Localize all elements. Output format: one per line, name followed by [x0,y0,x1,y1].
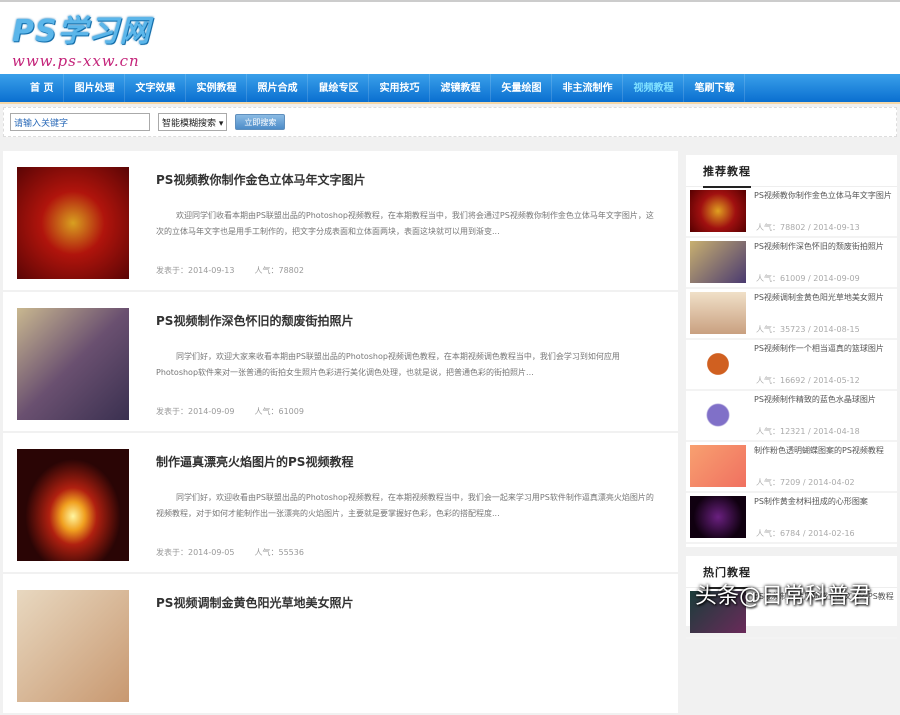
recommended-meta: 人气：61009 / 2014-09-09 [756,273,860,284]
article-views: 人气：61009 [255,407,304,416]
recommended-meta: 人气：12321 / 2014-04-18 [756,426,860,437]
article-views: 人气：55536 [255,548,304,557]
recommended-title: PS视频制作精致的蓝色水晶球图片 [754,394,894,406]
recommended-item[interactable]: PS视频调制金黄色阳光草地美女照片 人气：35723 / 2014-08-15 [686,289,897,340]
article-thumbnail[interactable] [17,167,129,279]
article-meta: 发表于：2014-09-05 人气：55536 [156,547,324,558]
recommended-thumbnail [690,343,746,385]
nav-item[interactable]: 非主流制作 [552,74,623,102]
article-thumbnail[interactable] [17,449,129,561]
article-title[interactable]: PS视频调制金黄色阳光草地美女照片 [156,594,353,611]
nav-item[interactable]: 滤镜教程 [430,74,491,102]
article-item: 制作逼真漂亮火焰图片的PS视频教程 同学们好，欢迎收看由PS联盟出品的Photo… [3,433,678,574]
article-date: 发表于：2014-09-09 [156,407,235,416]
logo-url: www.ps-xxw.cn [12,52,151,70]
article-thumbnail[interactable] [17,308,129,420]
nav-item[interactable]: 视频教程 [623,74,684,102]
recommended-meta: 人气：78802 / 2014-09-13 [756,222,860,233]
recommended-meta: 人气：6784 / 2014-02-16 [756,528,855,539]
article-summary: 同学们好，欢迎大家来收看本期由PS联盟出品的Photoshop视频调色教程，在本… [156,349,656,381]
recommended-item[interactable]: PS制作黄金材料扭成的心形图案 人气：6784 / 2014-02-16 [686,493,897,544]
article-title[interactable]: PS视频制作深色怀旧的颓废街拍照片 [156,312,353,329]
recommended-title: 制作粉色透明蝴蝶图案的PS视频教程 [754,445,894,457]
nav-item[interactable]: 首 页 [20,74,64,102]
recommended-title: PS视频制作一个相当逼真的篮球图片 [754,343,894,355]
recommended-title: PS视频教你制作金色立体马年文字图片 [754,190,894,202]
article-meta: 发表于：2014-09-09 人气：61009 [156,406,324,417]
search-button[interactable]: 立即搜索 [235,114,285,130]
recommended-heading-text: 推荐教程 [703,163,751,188]
recommended-title: PS制作黄金材料扭成的心形图案 [754,496,894,508]
recommended-meta: 人气：7209 / 2014-04-02 [756,477,855,488]
article-item: PS视频教你制作金色立体马年文字图片 欢迎同学们收看本期由PS联盟出品的Phot… [3,151,678,292]
nav-item[interactable]: 矢量绘图 [491,74,552,102]
nav-item[interactable]: 实例教程 [186,74,247,102]
article-views: 人气：78802 [255,266,304,275]
recommended-item[interactable]: 制作粉色透明蝴蝶图案的PS视频教程 人气：7209 / 2014-04-02 [686,442,897,493]
logo-title: PS学习网 [12,6,151,50]
nav-item[interactable]: 笔刷下载 [684,74,745,102]
recommended-thumbnail [690,445,746,487]
article-meta: 发表于：2014-09-13 人气：78802 [156,265,324,276]
main-nav: 首 页图片处理文字效果实例教程照片合成鼠绘专区实用技巧滤镜教程矢量绘图非主流制作… [0,74,900,104]
recommended-item[interactable]: PS视频制作一个相当逼真的篮球图片 人气：16692 / 2014-05-12 [686,340,897,391]
recommended-thumbnail [690,394,746,436]
nav-item[interactable]: 照片合成 [247,74,308,102]
recommended-meta: 人气：35723 / 2014-08-15 [756,324,860,335]
article-date: 发表于：2014-09-05 [156,548,235,557]
search-input[interactable] [10,113,150,131]
site-header: PS学习网 www.ps-xxw.cn [0,0,900,74]
recommended-thumbnail [690,241,746,283]
recommended-item[interactable]: PS视频制作深色怀旧的颓废街拍照片 人气：61009 / 2014-09-09 [686,238,897,289]
recommended-thumbnail [690,496,746,538]
search-bar: 智能模糊搜索 ▾ 立即搜索 [3,107,897,137]
watermark: 头条@日常科普君 [695,578,871,610]
search-mode-select[interactable]: 智能模糊搜索 ▾ [158,113,227,131]
nav-item[interactable]: 文字效果 [125,74,186,102]
recommended-panel: 推荐教程 PS视频教你制作金色立体马年文字图片 人气：78802 / 2014-… [686,155,897,547]
article-meta [156,688,196,697]
article-title[interactable]: 制作逼真漂亮火焰图片的PS视频教程 [156,453,353,470]
recommended-title: PS视频调制金黄色阳光草地美女照片 [754,292,894,304]
recommended-heading: 推荐教程 [686,155,897,187]
article-item: PS视频调制金黄色阳光草地美女照片 [3,574,678,715]
article-item: PS视频制作深色怀旧的颓废街拍照片 同学们好，欢迎大家来收看本期由PS联盟出品的… [3,292,678,433]
recommended-meta: 人气：16692 / 2014-05-12 [756,375,860,386]
nav-item[interactable]: 实用技巧 [369,74,430,102]
site-logo[interactable]: PS学习网 www.ps-xxw.cn [12,6,151,70]
article-thumbnail[interactable] [17,590,129,702]
nav-item[interactable]: 鼠绘专区 [308,74,369,102]
recommended-title: PS视频制作深色怀旧的颓废街拍照片 [754,241,894,253]
article-summary: 欢迎同学们收看本期由PS联盟出品的Photoshop视频教程，在本期教程当中，我… [156,208,656,240]
recommended-thumbnail [690,292,746,334]
article-list: PS视频教你制作金色立体马年文字图片 欢迎同学们收看本期由PS联盟出品的Phot… [3,151,678,715]
article-date: 发表于：2014-09-13 [156,266,235,275]
nav-item[interactable]: 图片处理 [64,74,125,102]
article-summary: 同学们好，欢迎收看由PS联盟出品的Photoshop视频教程，在本期视频教程当中… [156,490,656,522]
recommended-thumbnail [690,190,746,232]
recommended-item[interactable]: PS视频教你制作金色立体马年文字图片 人气：78802 / 2014-09-13 [686,187,897,238]
search-mode-label: 智能模糊搜索 [162,119,216,129]
article-title[interactable]: PS视频教你制作金色立体马年文字图片 [156,171,365,188]
recommended-item[interactable]: PS视频制作精致的蓝色水晶球图片 人气：12321 / 2014-04-18 [686,391,897,442]
